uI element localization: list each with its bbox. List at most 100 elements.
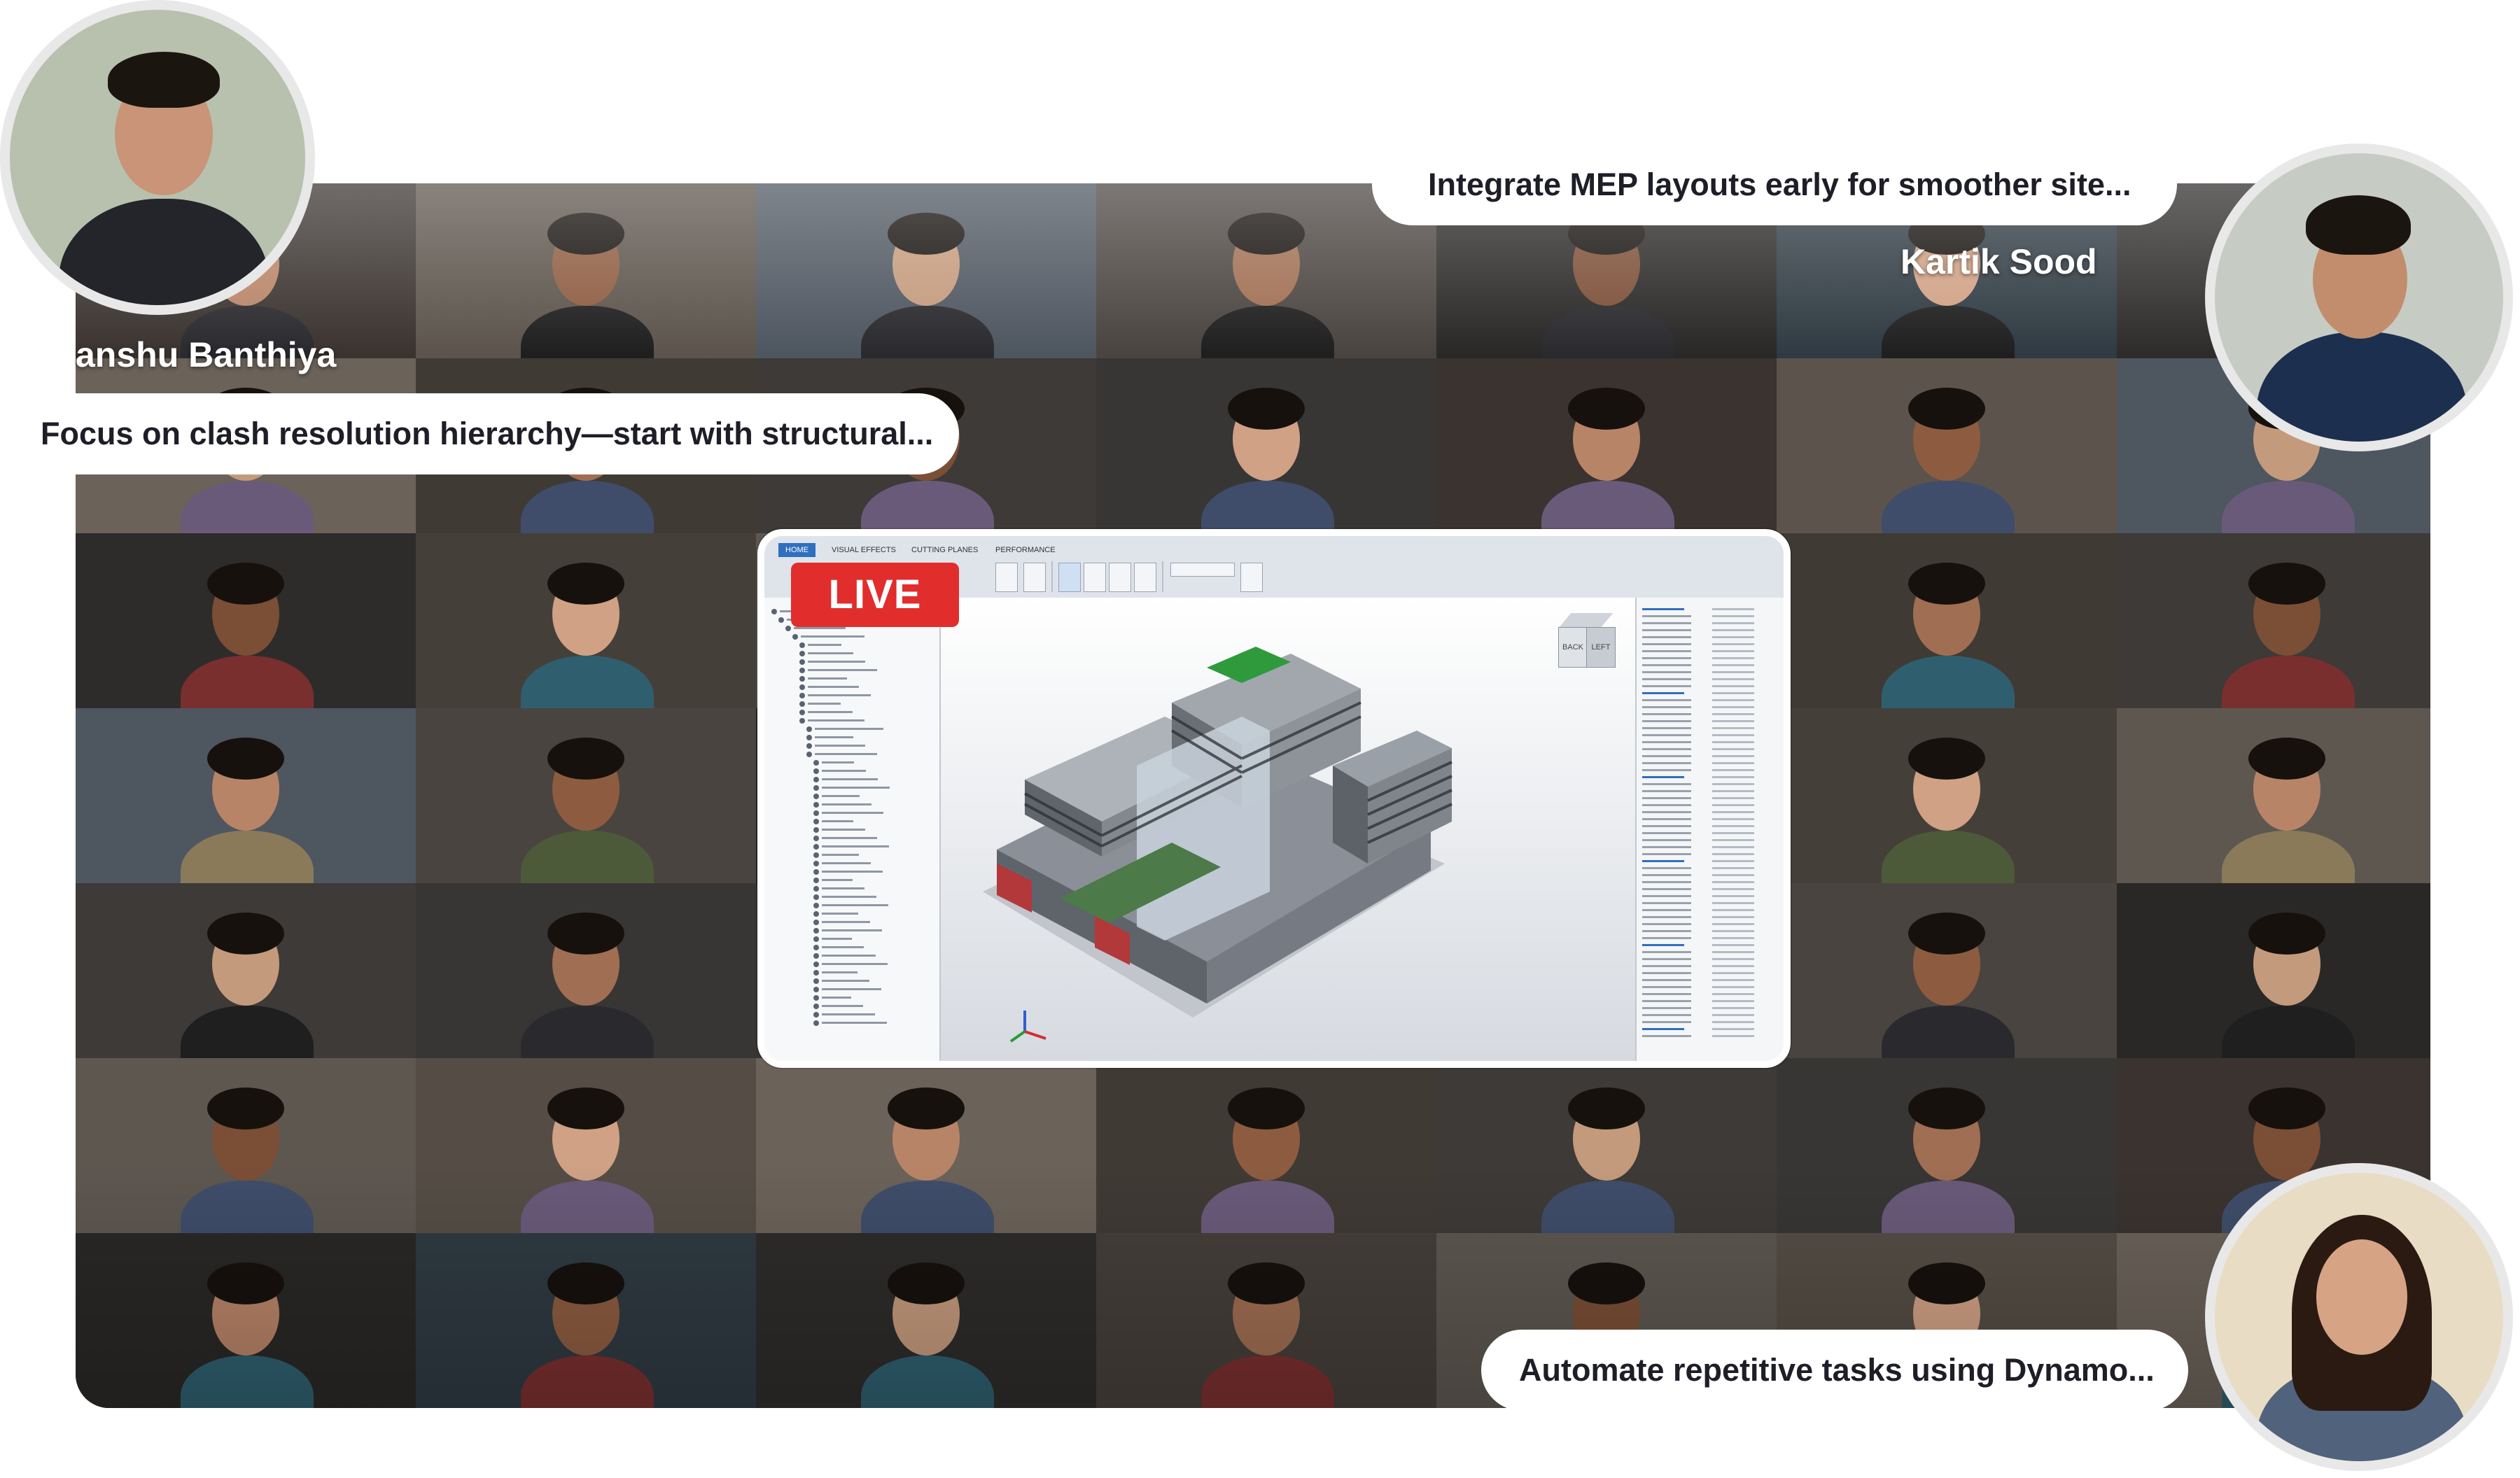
property-row: [1642, 921, 1778, 927]
participant-video-tile[interactable]: [756, 183, 1096, 358]
zoom-fit-button[interactable]: [1134, 563, 1156, 592]
participant-video-tile[interactable]: [1777, 533, 2117, 708]
property-row: [1642, 879, 1778, 885]
property-row: [1642, 795, 1778, 801]
participant-video-tile[interactable]: [416, 1233, 756, 1408]
property-row: [1642, 676, 1778, 682]
participant-video-tile[interactable]: [76, 1058, 416, 1233]
participant-video-tile[interactable]: [1777, 1058, 2117, 1233]
participant-video-tile[interactable]: [1096, 358, 1436, 533]
property-row: [1642, 753, 1778, 759]
speaker-comment-bubble: Integrate MEP layouts early for smoother…: [1372, 144, 2177, 225]
markup-button[interactable]: [1084, 563, 1106, 592]
property-row: [1642, 942, 1778, 948]
participant-video-tile[interactable]: [76, 1233, 416, 1408]
property-row: [1642, 648, 1778, 654]
property-row: [1642, 1033, 1778, 1039]
participant-video-tile[interactable]: [1096, 1233, 1436, 1408]
property-row: [1642, 718, 1778, 724]
property-row: [1642, 851, 1778, 857]
property-row: [1642, 844, 1778, 850]
ribbon-tab-home[interactable]: HOME: [778, 543, 816, 557]
participant-video-tile[interactable]: [756, 1233, 1096, 1408]
property-row: [1642, 935, 1778, 941]
property-row: [1642, 816, 1778, 822]
property-row: [1642, 627, 1778, 633]
participant-video-tile[interactable]: [756, 1058, 1096, 1233]
property-row: [1642, 704, 1778, 710]
ribbon-tab-cutting-planes[interactable]: CUTTING PLANES: [904, 543, 985, 557]
properties-panel[interactable]: [1635, 598, 1784, 1061]
participant-video-tile[interactable]: [1777, 708, 2117, 883]
user-manual-button[interactable]: [1240, 563, 1263, 592]
speaker-avatar-anshu: [0, 0, 315, 315]
property-row: [1642, 886, 1778, 892]
property-row: [1642, 725, 1778, 731]
property-row: [1642, 767, 1778, 773]
3d-viewport[interactable]: BACK LEFT: [941, 598, 1635, 1061]
building-model-render: [983, 647, 1452, 1043]
camera-button[interactable]: [995, 563, 1018, 592]
property-row: [1642, 732, 1778, 738]
property-row: [1642, 655, 1778, 661]
property-row: [1642, 746, 1778, 752]
participant-video-tile[interactable]: [1436, 358, 1777, 533]
participant-video-tile[interactable]: [76, 533, 416, 708]
property-row: [1642, 620, 1778, 626]
property-row: [1642, 963, 1778, 969]
view-cube-back-face[interactable]: BACK: [1558, 627, 1588, 668]
property-row: [1642, 893, 1778, 899]
participant-video-tile[interactable]: [1096, 1058, 1436, 1233]
measure-button[interactable]: [1109, 563, 1131, 592]
property-row: [1642, 900, 1778, 906]
property-row: [1642, 977, 1778, 983]
view-cube[interactable]: BACK LEFT: [1558, 613, 1616, 669]
orthographic-button[interactable]: [1023, 563, 1046, 592]
property-row: [1642, 774, 1778, 780]
participant-video-tile[interactable]: [1777, 883, 2117, 1058]
property-row: [1642, 949, 1778, 955]
view-cube-left-face[interactable]: LEFT: [1586, 627, 1616, 668]
participant-video-tile[interactable]: [2117, 533, 2430, 708]
ribbon-tab-performance[interactable]: PERFORMANCE: [988, 543, 1063, 557]
property-row: [1642, 907, 1778, 913]
property-row: [1642, 788, 1778, 794]
property-row: [1642, 872, 1778, 878]
participant-video-tile[interactable]: [416, 533, 756, 708]
speaker-name: anshu Banthiya: [76, 335, 337, 374]
participant-video-tile[interactable]: [416, 883, 756, 1058]
property-row: [1642, 1012, 1778, 1018]
participant-video-tile[interactable]: [1777, 358, 2117, 533]
speaker-avatar: [2205, 1163, 2513, 1471]
property-row: [1642, 697, 1778, 703]
property-row: [1642, 998, 1778, 1004]
participant-video-tile[interactable]: [416, 708, 756, 883]
axis-gizmo: [1009, 1011, 1046, 1043]
selection-mode-dropdown[interactable]: [1170, 563, 1235, 577]
property-row: [1642, 956, 1778, 962]
live-badge: LIVE: [791, 563, 959, 627]
property-row: [1642, 711, 1778, 717]
property-row: [1642, 865, 1778, 871]
participant-video-tile[interactable]: [76, 883, 416, 1058]
speaker-comment-bubble: Focus on clash resolution hierarchy—star…: [0, 393, 959, 474]
participant-video-tile[interactable]: [2117, 708, 2430, 883]
participant-video-tile[interactable]: [76, 708, 416, 883]
property-row: [1642, 669, 1778, 675]
property-row: [1642, 1005, 1778, 1011]
participant-video-tile[interactable]: [1436, 1058, 1777, 1233]
property-row: [1642, 683, 1778, 689]
speaker-name: Kartik Sood: [1900, 242, 2097, 281]
participant-video-tile[interactable]: [416, 183, 756, 358]
property-row: [1642, 991, 1778, 997]
property-row: [1642, 837, 1778, 843]
property-row: [1642, 634, 1778, 640]
participant-video-tile[interactable]: [416, 1058, 756, 1233]
property-row: [1642, 641, 1778, 647]
property-row: [1642, 830, 1778, 836]
participant-video-tile[interactable]: [2117, 883, 2430, 1058]
orbit-button[interactable]: [1058, 563, 1081, 592]
property-row: [1642, 1019, 1778, 1025]
ribbon-tab-visual-effects[interactable]: VISUAL EFFECTS: [825, 543, 903, 557]
model-tree-panel[interactable]: [764, 598, 941, 1061]
